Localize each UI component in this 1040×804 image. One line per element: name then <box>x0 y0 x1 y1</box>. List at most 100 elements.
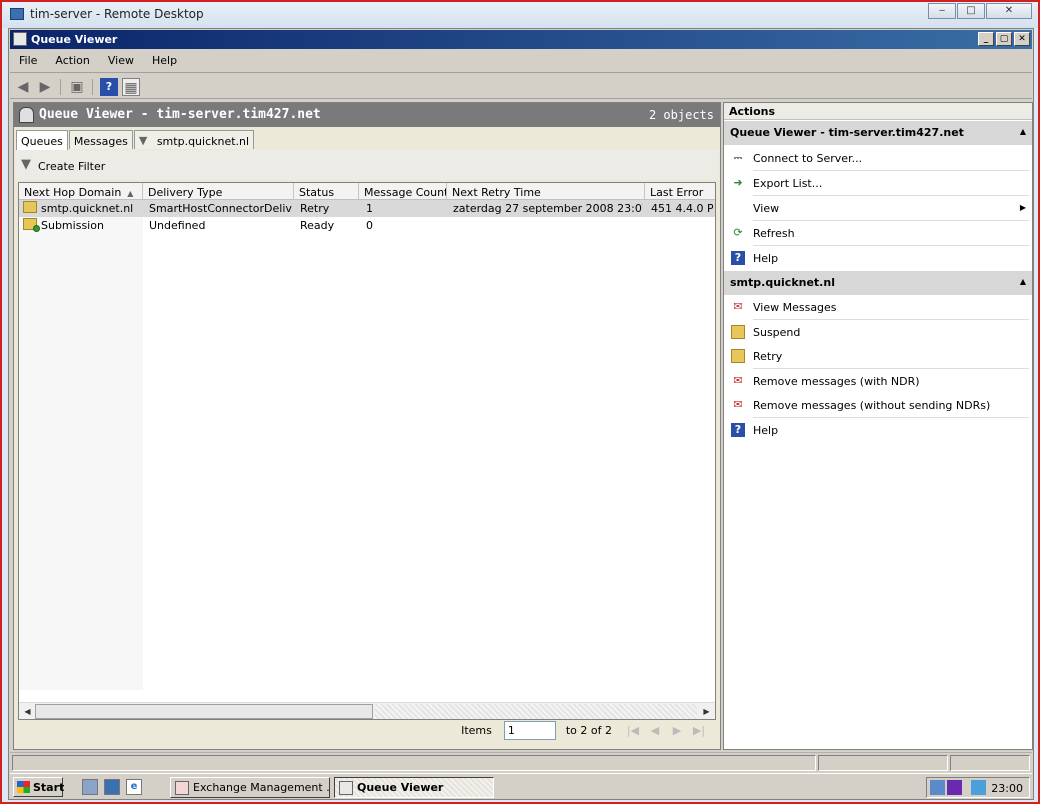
tab-smtp-quicknet[interactable]: ▼ smtp.quicknet.nl <box>133 130 255 149</box>
column-status[interactable]: Status <box>294 183 359 200</box>
scroll-thumb[interactable] <box>35 704 373 719</box>
cell-status: Ready <box>300 219 335 232</box>
queue-viewer-icon <box>13 32 27 46</box>
results-pane-title: Queue Viewer - tim-server.tim427.net <box>39 107 321 122</box>
next-page-icon[interactable]: ▶ <box>666 724 688 737</box>
action-refresh[interactable]: ⟳ Refresh <box>724 221 1032 245</box>
collapse-icon[interactable]: ▲ <box>1020 127 1026 136</box>
remote-desktop-window: tim-server - Remote Desktop ‒ □ ✕ Queue … <box>0 0 1040 804</box>
submenu-arrow-icon: ▶ <box>1019 203 1026 212</box>
filter-icon: ▼ <box>138 134 148 147</box>
tab-messages-label: Messages <box>73 134 128 148</box>
ready-check-icon <box>33 225 40 232</box>
queue-list: Next Hop Domain ▲ Delivery Type Status Me… <box>18 182 716 720</box>
action-label: Remove messages (without sending NDRs) <box>753 399 991 412</box>
action-label: Export List... <box>753 177 823 190</box>
tab-queues[interactable]: Queues <box>16 130 68 150</box>
action-label: Connect to Server... <box>753 152 863 165</box>
action-help-queue[interactable]: ? Help <box>724 418 1032 442</box>
scroll-right-icon[interactable]: ▶ <box>699 705 714 718</box>
collapse-icon[interactable]: ▲ <box>1020 277 1026 286</box>
queue-viewer-titlebar[interactable]: Queue Viewer _ ▢ ✕ <box>10 30 1032 49</box>
action-group-label: Queue Viewer - tim-server.tim427.net <box>730 126 964 139</box>
task-queue-viewer[interactable]: Queue Viewer <box>334 777 494 798</box>
tray-shield-icon[interactable] <box>930 780 945 795</box>
rd-minimize-button[interactable]: ‒ <box>928 3 956 19</box>
show-desktop-icon[interactable] <box>104 779 120 795</box>
last-page-icon[interactable]: ▶| <box>688 724 710 737</box>
prev-page-icon[interactable]: ◀ <box>644 724 666 737</box>
action-label: Help <box>753 424 779 437</box>
task-label: Queue Viewer <box>357 781 444 794</box>
column-message-count[interactable]: Message Count <box>359 183 447 200</box>
action-suspend[interactable]: Suspend <box>724 320 1032 344</box>
rd-restore-button[interactable]: □ <box>957 3 985 19</box>
table-row[interactable]: smtp.quicknet.nl SmartHostConnectorDeliv… <box>19 200 715 217</box>
start-button[interactable]: Start <box>13 777 64 797</box>
tab-messages[interactable]: Messages <box>68 130 133 149</box>
action-group-smtp-quicknet[interactable]: smtp.quicknet.nl ▲ <box>724 271 1032 295</box>
column-delivery-type[interactable]: Delivery Type <box>143 183 294 200</box>
cell-delivery-type: Undefined <box>149 219 206 232</box>
action-export-list[interactable]: ➜ Export List... <box>724 171 1032 195</box>
status-cell <box>12 755 816 771</box>
menu-file[interactable]: File <box>10 51 46 72</box>
action-label: View Messages <box>753 301 837 314</box>
show-hide-action-pane-icon[interactable]: ▦ <box>122 78 140 96</box>
action-label: Refresh <box>753 227 795 240</box>
remote-desktop-title: tim-server - Remote Desktop <box>30 7 204 21</box>
queue-viewer-header-icon <box>19 107 34 123</box>
cell-last-error: 451 4.4.0 Pr <box>651 202 713 215</box>
clock: 23:00 <box>991 782 1023 795</box>
actions-pane: Actions Queue Viewer - tim-server.tim427… <box>723 102 1033 750</box>
action-remove-without-ndr[interactable]: ✉ Remove messages (without sending NDRs) <box>724 393 1032 417</box>
queue-viewer-window: Queue Viewer _ ▢ ✕ File Action View Help… <box>8 28 1034 800</box>
horizontal-scrollbar[interactable]: ◀ ▶ <box>19 702 715 719</box>
cell-domain: smtp.quicknet.nl <box>41 202 134 215</box>
connect-icon: ⎓ <box>733 151 743 164</box>
first-column-background <box>19 200 143 690</box>
back-arrow-icon[interactable]: ◀ <box>14 78 32 96</box>
tray-network-icon[interactable] <box>971 780 986 795</box>
action-remove-with-ndr[interactable]: ✉ Remove messages (with NDR) <box>724 369 1032 393</box>
forward-arrow-icon[interactable]: ▶ <box>36 78 54 96</box>
restore-button[interactable]: ▢ <box>996 32 1012 46</box>
table-row[interactable]: Submission Undefined Ready 0 <box>19 217 715 234</box>
tray-security-icon[interactable] <box>947 780 962 795</box>
scroll-track[interactable] <box>375 704 697 719</box>
create-filter-button[interactable]: Create Filter <box>38 160 105 173</box>
show-hide-tree-icon[interactable]: ▣ <box>68 78 86 96</box>
column-next-hop-domain[interactable]: Next Hop Domain ▲ <box>19 183 143 200</box>
minimize-button[interactable]: _ <box>978 32 994 46</box>
cell-delivery-type: SmartHostConnectorDelivery <box>149 202 292 215</box>
column-last-error[interactable]: Last Error <box>645 183 715 200</box>
first-page-icon[interactable]: |◀ <box>622 724 644 737</box>
action-label: Help <box>753 252 779 265</box>
action-help[interactable]: ? Help <box>724 246 1032 270</box>
menu-view[interactable]: View <box>99 51 143 72</box>
actions-title: Actions <box>724 103 1032 120</box>
action-connect-to-server[interactable]: ⎓ Connect to Server... <box>724 146 1032 170</box>
tab-strip: Queues Messages ▼ smtp.quicknet.nl <box>16 130 255 150</box>
action-view[interactable]: View ▶ <box>724 196 1032 220</box>
toolbar: ◀ ▶ ▣ ? ▦ <box>10 75 1032 99</box>
close-button[interactable]: ✕ <box>1014 32 1030 46</box>
help-icon[interactable]: ? <box>100 78 118 96</box>
task-exchange-management[interactable]: Exchange Management ... <box>170 777 330 798</box>
menu-bar: File Action View Help <box>10 51 1032 73</box>
system-tray: 23:00 <box>926 777 1030 798</box>
remove-ndr-icon: ✉ <box>733 374 743 387</box>
page-number-input[interactable] <box>503 720 556 740</box>
remote-desktop-titlebar[interactable]: tim-server - Remote Desktop ‒ □ ✕ <box>2 2 1038 28</box>
action-group-queue-viewer[interactable]: Queue Viewer - tim-server.tim427.net ▲ <box>724 121 1032 145</box>
rd-close-button[interactable]: ✕ <box>986 3 1032 19</box>
server-manager-icon[interactable] <box>82 779 98 795</box>
menu-help[interactable]: Help <box>143 51 186 72</box>
action-view-messages[interactable]: ✉ View Messages <box>724 295 1032 319</box>
column-next-retry-time[interactable]: Next Retry Time <box>447 183 645 200</box>
internet-explorer-icon[interactable]: e <box>126 779 142 795</box>
menu-action[interactable]: Action <box>46 51 98 72</box>
scroll-left-icon[interactable]: ◀ <box>20 705 35 718</box>
retry-icon <box>731 349 745 363</box>
action-retry[interactable]: Retry <box>724 344 1032 368</box>
